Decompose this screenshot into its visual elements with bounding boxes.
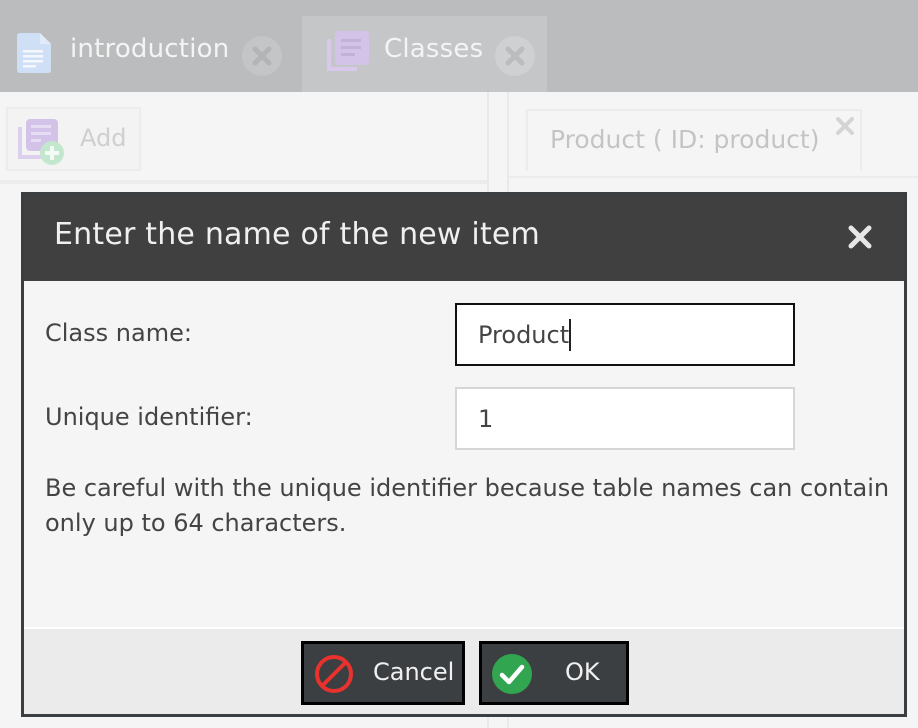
unique-identifier-label: Unique identifier: — [45, 403, 253, 431]
classes-icon — [327, 31, 369, 71]
class-name-value: Product — [478, 320, 570, 349]
class-name-input[interactable]: Product — [455, 303, 795, 366]
tab-classes[interactable]: Classes — [302, 16, 547, 92]
cancel-label: Cancel — [373, 658, 455, 686]
tab-label: Classes — [384, 34, 484, 64]
warning-line: Be careful with the unique identifier be… — [45, 474, 890, 502]
close-icon — [252, 46, 272, 66]
cancel-icon — [315, 655, 353, 693]
checkmark-icon — [492, 654, 532, 694]
close-icon[interactable] — [834, 115, 856, 137]
dialog-footer: Cancel OK — [24, 627, 904, 714]
add-button-label: Add — [80, 124, 127, 152]
tab-bar: introduction Classes — [0, 0, 918, 92]
ok-label: OK — [565, 658, 600, 686]
unique-identifier-input[interactable]: 1 — [455, 387, 795, 450]
add-class-icon — [18, 119, 64, 165]
editor-tab-label: Product ( ID: product) — [550, 125, 820, 154]
cancel-button[interactable]: Cancel — [301, 641, 465, 705]
dialog-title: Enter the name of the new item — [54, 217, 540, 252]
close-icon[interactable] — [846, 223, 874, 251]
document-icon — [17, 33, 51, 73]
dialog-header: Enter the name of the new item — [24, 195, 904, 281]
ok-button[interactable]: OK — [479, 641, 629, 705]
unique-identifier-value: 1 — [478, 404, 494, 433]
editor-tab-strip: Product ( ID: product) — [509, 92, 918, 178]
text-caret — [569, 318, 572, 351]
dialog-body: Class name: Product Unique identifier: 1… — [24, 281, 904, 627]
add-class-button[interactable]: Add — [6, 107, 141, 171]
tab-label: introduction — [70, 34, 230, 64]
class-name-label: Class name: — [45, 319, 192, 347]
tab-introduction[interactable]: introduction — [0, 16, 302, 92]
close-icon — [505, 46, 525, 66]
new-item-dialog: Enter the name of the new item Class nam… — [21, 192, 907, 717]
left-toolbar: Add — [0, 92, 487, 184]
close-tab-classes-button[interactable] — [495, 36, 535, 76]
identifier-warning-text: Be careful with the unique identifier be… — [45, 471, 904, 541]
warning-line: only up to 64 characters. — [45, 509, 347, 537]
editor-tab-product[interactable]: Product ( ID: product) — [526, 109, 862, 171]
close-tab-introduction-button[interactable] — [242, 36, 282, 76]
